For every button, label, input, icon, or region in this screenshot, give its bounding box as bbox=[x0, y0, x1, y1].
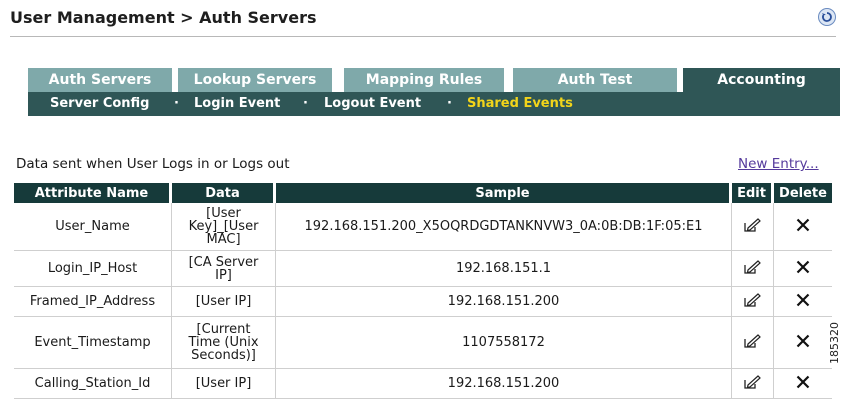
data-cell: [Current Time (Unix Seconds)] bbox=[172, 317, 276, 369]
edit-icon[interactable] bbox=[743, 374, 763, 394]
delete-cell bbox=[774, 369, 832, 399]
delete-cell bbox=[774, 317, 832, 369]
sub-navigation: Server Config · Login Event · Logout Eve… bbox=[28, 92, 840, 116]
tab-lookup-servers[interactable]: Lookup Servers bbox=[178, 68, 332, 92]
shared-events-table: Attribute Name Data Sample Edit Delete U… bbox=[14, 183, 832, 399]
attribute-name-cell: Login_IP_Host bbox=[14, 251, 172, 287]
edit-cell bbox=[732, 369, 774, 399]
edit-icon[interactable] bbox=[743, 259, 763, 279]
figure-id: 185320 bbox=[828, 322, 841, 364]
edit-cell bbox=[732, 203, 774, 251]
edit-icon[interactable] bbox=[743, 292, 763, 312]
subnav-separator: · bbox=[174, 96, 179, 111]
tab-accounting[interactable]: Accounting bbox=[683, 68, 840, 92]
attribute-name-cell: Calling_Station_Id bbox=[14, 369, 172, 399]
delete-icon[interactable] bbox=[795, 259, 811, 279]
sample-cell: 192.168.151.1 bbox=[276, 251, 732, 287]
attribute-name-cell: User_Name bbox=[14, 203, 172, 251]
delete-icon[interactable] bbox=[795, 333, 811, 353]
edit-cell bbox=[732, 287, 774, 317]
column-header-sample[interactable]: Sample bbox=[276, 183, 732, 203]
delete-icon[interactable] bbox=[795, 217, 811, 237]
sample-cell: 192.168.151.200 bbox=[276, 369, 732, 399]
subnav-login-event[interactable]: Login Event bbox=[194, 92, 280, 116]
data-cell: [User IP] bbox=[172, 369, 276, 399]
tab-auth-test[interactable]: Auth Test bbox=[513, 68, 677, 92]
column-header-delete: Delete bbox=[774, 183, 832, 203]
subnav-separator: · bbox=[303, 96, 308, 111]
table-row: Framed_IP_Address [User IP] 192.168.151.… bbox=[14, 287, 832, 317]
column-header-edit: Edit bbox=[732, 183, 774, 203]
tab-auth-servers[interactable]: Auth Servers bbox=[28, 68, 172, 92]
subnav-shared-events[interactable]: Shared Events bbox=[467, 92, 573, 116]
edit-cell bbox=[732, 317, 774, 369]
column-header-data[interactable]: Data bbox=[172, 183, 276, 203]
delete-cell bbox=[774, 251, 832, 287]
sample-cell: 192.168.151.200_X5OQRDGDTANKNVW3_0A:0B:D… bbox=[276, 203, 732, 251]
new-entry-link[interactable]: New Entry... bbox=[738, 156, 819, 172]
data-cell: [CA Server IP] bbox=[172, 251, 276, 287]
table-row: Calling_Station_Id [User IP] 192.168.151… bbox=[14, 369, 832, 399]
sample-cell: 1107558172 bbox=[276, 317, 732, 369]
sample-cell: 192.168.151.200 bbox=[276, 287, 732, 317]
main-tabs: Auth Servers Lookup Servers Mapping Rule… bbox=[28, 68, 840, 92]
edit-icon[interactable] bbox=[743, 217, 763, 237]
subnav-separator: · bbox=[447, 96, 452, 111]
table-header-row: Attribute Name Data Sample Edit Delete bbox=[14, 183, 832, 203]
data-cell: [User IP] bbox=[172, 287, 276, 317]
subnav-logout-event[interactable]: Logout Event bbox=[324, 92, 421, 116]
section-caption: Data sent when User Logs in or Logs out bbox=[16, 156, 290, 172]
attribute-name-cell: Framed_IP_Address bbox=[14, 287, 172, 317]
delete-icon[interactable] bbox=[795, 292, 811, 312]
title-divider bbox=[10, 36, 836, 37]
delete-icon[interactable] bbox=[795, 374, 811, 394]
table-row: Login_IP_Host [CA Server IP] 192.168.151.… bbox=[14, 251, 832, 287]
delete-cell bbox=[774, 203, 832, 251]
subnav-server-config[interactable]: Server Config bbox=[50, 92, 150, 116]
help-icon[interactable] bbox=[818, 8, 836, 26]
data-cell: [User Key]_[User MAC] bbox=[172, 203, 276, 251]
delete-cell bbox=[774, 287, 832, 317]
column-header-attribute-name[interactable]: Attribute Name bbox=[14, 183, 172, 203]
table-row: Event_Timestamp [Current Time (Unix Second… bbox=[14, 317, 832, 369]
page-title: User Management > Auth Servers bbox=[10, 8, 317, 27]
table-row: User_Name [User Key]_[User MAC] 192.168.15… bbox=[14, 203, 832, 251]
tab-mapping-rules[interactable]: Mapping Rules bbox=[344, 68, 504, 92]
edit-cell bbox=[732, 251, 774, 287]
edit-icon[interactable] bbox=[743, 333, 763, 353]
attribute-name-cell: Event_Timestamp bbox=[14, 317, 172, 369]
